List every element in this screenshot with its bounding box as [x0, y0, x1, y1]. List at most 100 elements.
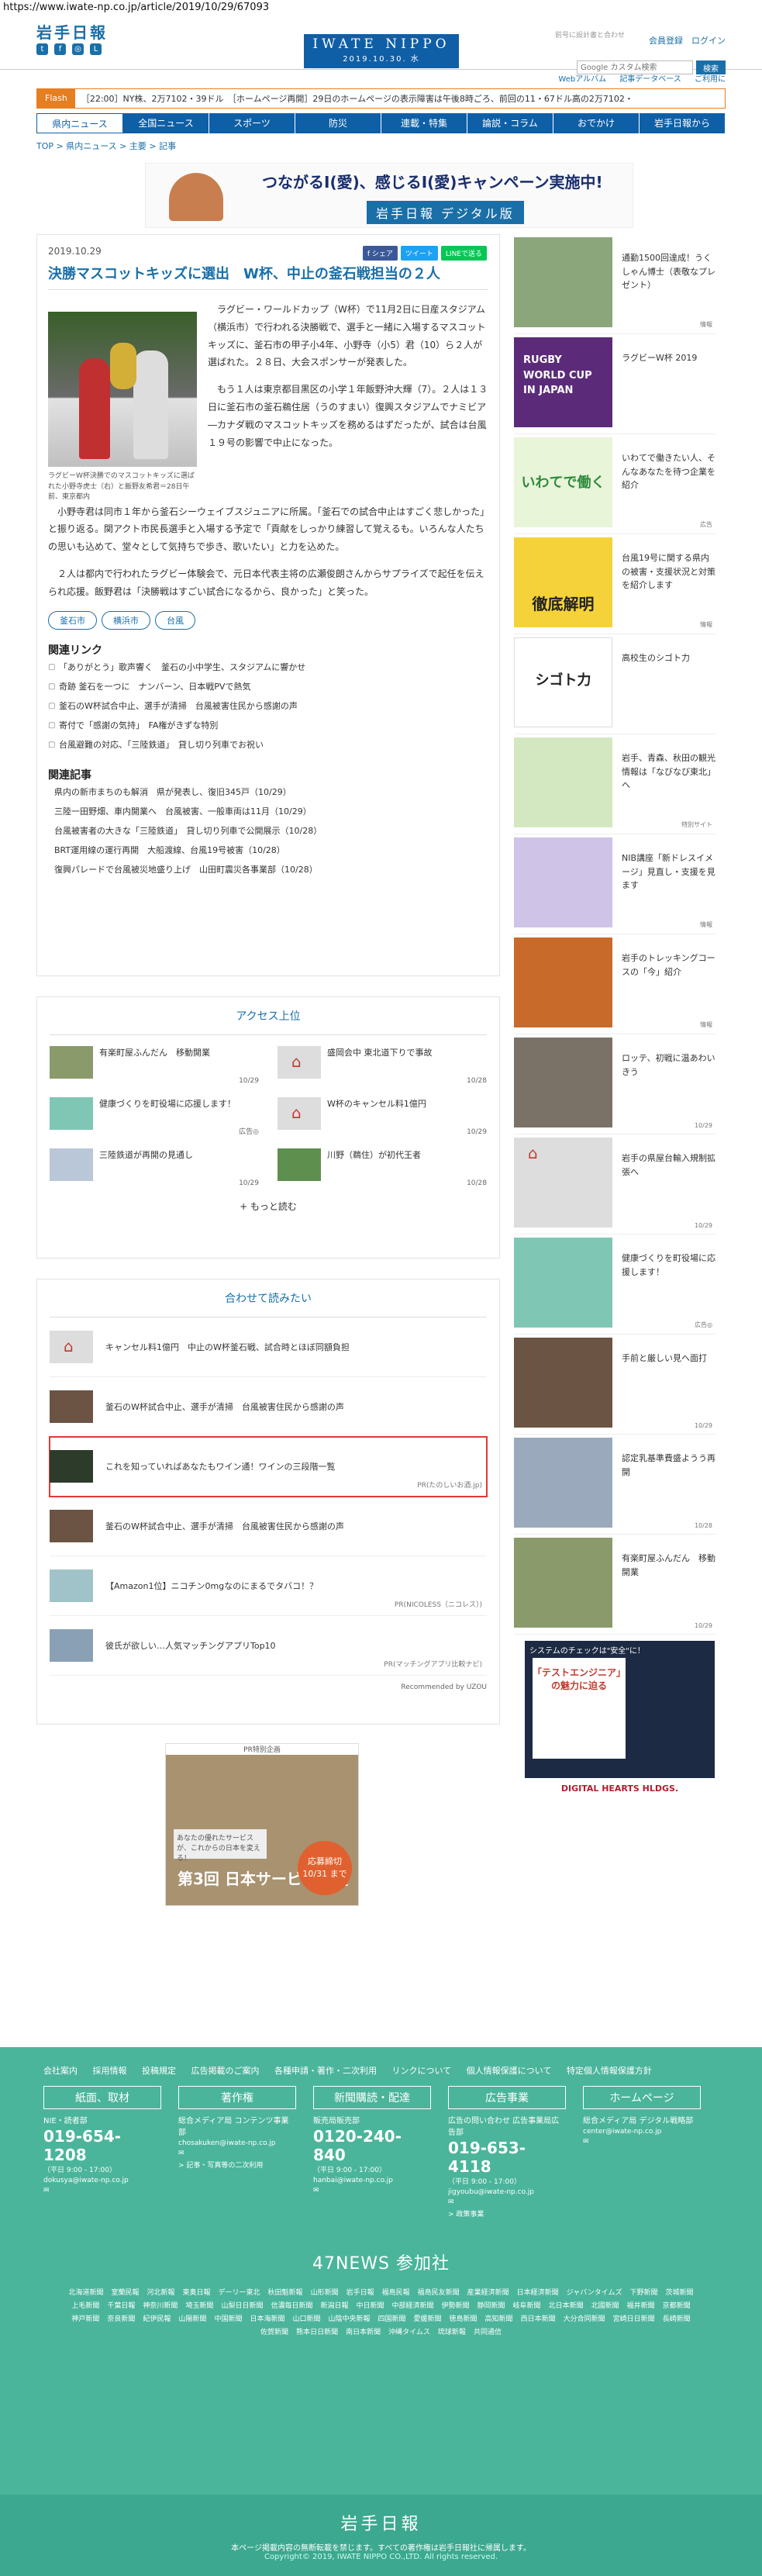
- sidebar-item[interactable]: 有楽町屋ふんだん 移動開業 10/29: [514, 1535, 715, 1635]
- footer-link[interactable]: 会社案内: [43, 2063, 78, 2080]
- footer-logo[interactable]: 岩手日報: [0, 2495, 762, 2535]
- sidebar-item[interactable]: 認定乳基準費盛ようう再開 10/28: [514, 1435, 715, 1535]
- related-article[interactable]: BRT運用線の運行再開 大船渡線、台風19号被害（10/28）: [48, 841, 488, 860]
- tweet-button[interactable]: ツイート: [400, 246, 438, 261]
- mail-icon[interactable]: ✉: [43, 2187, 161, 2194]
- partner-link[interactable]: 埼玉新聞: [185, 2300, 213, 2313]
- more-button[interactable]: + もっと読む: [50, 1200, 487, 1213]
- access-item[interactable]: 有楽町屋ふんだん 移動開業 10/29: [50, 1046, 259, 1085]
- list-item[interactable]: 彼氏が欲しい…人気マッチングアプリTop10 PR(マッチングアプリ比較ナビ): [50, 1616, 487, 1676]
- partner-link[interactable]: 高知新聞: [485, 2313, 513, 2326]
- partner-link[interactable]: 大分合同新聞: [564, 2313, 605, 2326]
- nav-sports[interactable]: スポーツ: [209, 113, 295, 133]
- related-article[interactable]: 三陸一田野畑、車内開業へ 台風被害、一般車両は11月（10/29）: [48, 802, 488, 821]
- list-item[interactable]: キャンセル料1億円 中止のW杯釜石戦、試合時とほぼ同額負担: [50, 1317, 487, 1377]
- partner-link[interactable]: 日本海新聞: [250, 2313, 284, 2326]
- related-link[interactable]: 「ありがとう」歌声響く 釜石の小中学生、スタジアムに響かせ: [48, 658, 488, 677]
- access-item[interactable]: W杯のキャンセル料1億円 10/29: [278, 1097, 487, 1136]
- partner-link[interactable]: 熊本日日新聞: [296, 2326, 338, 2339]
- access-item[interactable]: 盛岡会中 東北道下りで事故 10/28: [278, 1046, 487, 1085]
- partner-link[interactable]: 静岡新聞: [478, 2300, 505, 2313]
- partner-link[interactable]: 室蘭民報: [111, 2287, 139, 2300]
- partner-link[interactable]: 徳島新聞: [450, 2313, 478, 2326]
- campaign-banner[interactable]: つながるI(愛)、感じるI(愛)キャンペーン実施中! 岩手日報 デジタル版: [145, 163, 633, 228]
- related-article[interactable]: 台風被害者の大きな「三陸鉄道」 貸し切り列車で公開展示（10/28）: [48, 821, 488, 841]
- partner-link[interactable]: 福島民報: [382, 2287, 410, 2300]
- footer-link[interactable]: リンクについて: [392, 2063, 452, 2080]
- footer-link[interactable]: 広告掲載のご案内: [191, 2063, 260, 2080]
- partner-link[interactable]: 秋田魁新報: [268, 2287, 303, 2300]
- partner-link[interactable]: 中国新聞: [214, 2313, 242, 2326]
- partner-link[interactable]: 琉球新報: [438, 2326, 466, 2339]
- award-ad[interactable]: PR特別企画 あなたの優れたサービスが、これからの日本を変える！ 第3回 日本サ…: [165, 1743, 359, 1906]
- sidebar-item[interactable]: 徹底解明 台風19号に関する県内の被害・支援状況と対策を紹介します 情報: [514, 534, 715, 634]
- instagram-icon[interactable]: ◎: [72, 43, 84, 55]
- search-button[interactable]: 検索: [696, 60, 726, 74]
- partner-link[interactable]: 愛媛新聞: [414, 2313, 442, 2326]
- sidebar-item[interactable]: 通勤1500回達成！うくしゃん博士（表敬なプレゼント） 情報: [514, 234, 715, 334]
- tag-yokohama[interactable]: 横浜市: [102, 611, 150, 630]
- nav-editorial[interactable]: 論説・コラム: [467, 113, 553, 133]
- partner-link[interactable]: 下野新聞: [629, 2287, 657, 2300]
- nav-features[interactable]: 連載・特集: [381, 113, 467, 133]
- partner-link[interactable]: 京都新聞: [663, 2300, 691, 2313]
- access-item[interactable]: 三陸鉄道が再開の見通し 10/29: [50, 1148, 259, 1187]
- sidebar-item[interactable]: いわてで働く いわてで働きたい人、そんなあなたを待つ企業を紹介 広告: [514, 434, 715, 534]
- sidebar-item[interactable]: 岩手の県屋台輸入規制拡張へ 10/29: [514, 1134, 715, 1234]
- partner-link[interactable]: 東奥日報: [183, 2287, 211, 2300]
- related-article[interactable]: 復興パレードで台風被災地盛り上げ 山田町震災各事業部（10/28）: [48, 860, 488, 879]
- sidebar-item[interactable]: 岩手、青森、秋田の観光情報は「なびなび東北」へ 特別サイト: [514, 734, 715, 834]
- partner-link[interactable]: 日本経済新聞: [517, 2287, 559, 2300]
- partner-link[interactable]: 四国新聞: [378, 2313, 406, 2326]
- partner-link[interactable]: 南日本新聞: [346, 2326, 381, 2339]
- partner-link[interactable]: 岐阜新聞: [513, 2300, 541, 2313]
- access-item[interactable]: 川野（鵜住）が初代王者 10/28: [278, 1148, 487, 1187]
- partner-link[interactable]: 奈良新聞: [107, 2313, 135, 2326]
- partner-link[interactable]: 長崎新聞: [663, 2313, 691, 2326]
- footer-link[interactable]: 投稿規定: [142, 2063, 176, 2080]
- partner-link[interactable]: 岩手日報: [347, 2287, 374, 2300]
- related-link[interactable]: 台風避難の対応、「三陸鉄道」 貸し切り列車でお祝い: [48, 735, 488, 754]
- subnav-database[interactable]: 記事データベース: [619, 75, 681, 84]
- subnav-usage[interactable]: ご利用に: [695, 75, 726, 84]
- sidebar-item[interactable]: ロッテ、初戦に温あわいきう 10/29: [514, 1034, 715, 1134]
- partner-link[interactable]: 福井新聞: [627, 2300, 655, 2313]
- subnav-album[interactable]: Webアルバム: [558, 75, 606, 84]
- mail-icon[interactable]: ✉: [583, 2138, 701, 2146]
- tag-typhoon[interactable]: 台風: [155, 611, 195, 630]
- list-item[interactable]: 釜石のW杯試合中止、選手が清掃 台風被害住民から感謝の声: [50, 1497, 487, 1556]
- contact-mail[interactable]: chosakuken@iwate-np.co.jp: [178, 2139, 296, 2147]
- url-bar[interactable]: https://www.iwate-np.co.jp/article/2019/…: [0, 0, 762, 16]
- partner-link[interactable]: 千葉日報: [107, 2300, 135, 2313]
- partner-link[interactable]: 佐賀新聞: [260, 2326, 288, 2339]
- partner-link[interactable]: 伊勢新聞: [442, 2300, 470, 2313]
- facebook-icon[interactable]: f: [54, 43, 66, 55]
- partner-link[interactable]: 上毛新聞: [71, 2300, 99, 2313]
- line-share-button[interactable]: LINEで送る: [440, 246, 487, 261]
- partner-link[interactable]: 北海道新聞: [68, 2287, 103, 2300]
- partner-link[interactable]: 産業経済新聞: [467, 2287, 509, 2300]
- partner-link[interactable]: 北日本新聞: [549, 2300, 584, 2313]
- mail-icon[interactable]: ✉: [448, 2198, 566, 2206]
- flash-ticker[interactable]: Flash ［22:00］NY株、2万7102・39ドル ［ホームページ再開］2…: [36, 88, 726, 109]
- related-link[interactable]: 寄付で「感謝の気持」 FA権がきずな特別: [48, 716, 488, 735]
- partner-link[interactable]: 茨城新聞: [666, 2287, 694, 2300]
- nav-local-news[interactable]: 県内ニュース: [36, 113, 123, 133]
- partner-link[interactable]: 信濃毎日新聞: [271, 2300, 312, 2313]
- twitter-icon[interactable]: t: [36, 43, 48, 55]
- sidebar-item[interactable]: 手前と厳しい見へ面打 10/29: [514, 1335, 715, 1435]
- breadcrumb[interactable]: TOP > 県内ニュース > 主要 > 記事: [0, 133, 762, 158]
- related-link[interactable]: 奇跡 釜石を一つに ナンバーン、日本戦PVで熱気: [48, 677, 488, 696]
- contact-mail[interactable]: center@iwate-np.co.jp: [583, 2128, 701, 2136]
- contact-mail[interactable]: hanbai@iwate-np.co.jp: [313, 2177, 431, 2184]
- partner-link[interactable]: 山陰中央新報: [328, 2313, 370, 2326]
- partner-link[interactable]: 河北新報: [147, 2287, 175, 2300]
- nav-national-news[interactable]: 全国ニュース: [123, 113, 209, 133]
- partner-link[interactable]: 神奈川新聞: [143, 2300, 178, 2313]
- partner-link[interactable]: 中日新聞: [356, 2300, 384, 2313]
- line-icon[interactable]: L: [90, 43, 102, 55]
- partner-link[interactable]: ジャパンタイムズ: [567, 2287, 622, 2300]
- site-logo[interactable]: 岩手日報: [36, 20, 108, 43]
- partner-link[interactable]: 中部経済新聞: [392, 2300, 434, 2313]
- related-link[interactable]: 釜石のW杯試合中止、選手が清掃 台風被害住民から感謝の声: [48, 696, 488, 716]
